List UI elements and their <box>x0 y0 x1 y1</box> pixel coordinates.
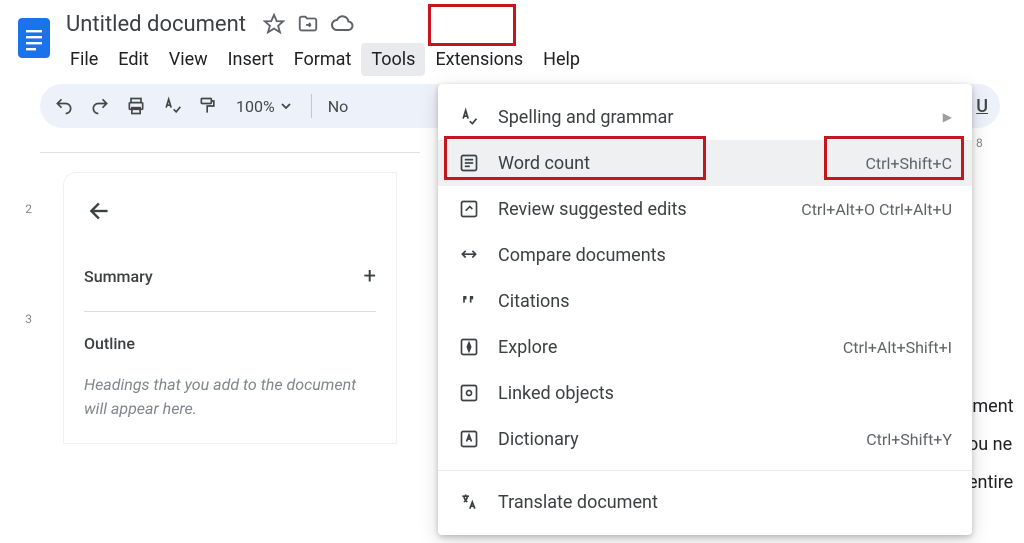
menu-view[interactable]: View <box>159 43 218 76</box>
menu-tools[interactable]: Tools <box>361 43 425 76</box>
ruler-vertical: 2 3 <box>0 152 40 443</box>
translate-icon <box>458 491 480 513</box>
document-body-fragment[interactable]: iment ou ne entire <box>968 388 1024 501</box>
menu-review-suggested-edits[interactable]: Review suggested edits Ctrl+Alt+O Ctrl+A… <box>438 186 972 232</box>
ruler-v-tick: 2 <box>20 202 32 216</box>
ruler-v-tick: 3 <box>20 312 32 326</box>
dd-label: Citations <box>498 291 952 312</box>
dd-shortcut: Ctrl+Alt+Shift+I <box>843 338 952 357</box>
dd-label: Linked objects <box>498 383 952 404</box>
review-edits-icon <box>458 198 480 220</box>
dropdown-separator <box>438 470 972 471</box>
menu-word-count[interactable]: Word count Ctrl+Shift+C <box>438 140 972 186</box>
menu-format[interactable]: Format <box>284 43 362 76</box>
toolbar-separator <box>311 94 312 118</box>
underline-button[interactable]: U <box>976 96 988 117</box>
menu-explore[interactable]: Explore Ctrl+Alt+Shift+I <box>438 324 972 370</box>
menu-help[interactable]: Help <box>533 43 590 76</box>
menu-citations[interactable]: Citations <box>438 278 972 324</box>
spellcheck-icon <box>458 106 480 128</box>
zoom-value: 100% <box>236 97 275 116</box>
menu-dictionary[interactable]: Dictionary Ctrl+Shift+Y <box>438 416 972 462</box>
menu-edit[interactable]: Edit <box>108 43 158 76</box>
dd-shortcut: Ctrl+Alt+O Ctrl+Alt+U <box>801 200 952 219</box>
menu-translate-document[interactable]: Translate document <box>438 479 972 525</box>
dd-label: Word count <box>498 153 847 174</box>
dd-label: Dictionary <box>498 429 848 450</box>
docs-logo[interactable] <box>16 14 52 62</box>
menu-file[interactable]: File <box>60 43 108 76</box>
paragraph-style-select[interactable]: No <box>328 97 349 116</box>
spellcheck-toolbar-icon[interactable] <box>160 94 184 118</box>
menu-extensions[interactable]: Extensions <box>425 43 533 76</box>
summary-heading: Summary <box>84 267 153 286</box>
outline-heading: Outline <box>84 334 376 353</box>
print-icon[interactable] <box>124 94 148 118</box>
dd-label: Translate document <box>498 492 952 513</box>
menu-spelling-grammar[interactable]: Spelling and grammar ▶ <box>438 94 972 140</box>
dd-label: Spelling and grammar <box>498 107 925 128</box>
redo-icon[interactable] <box>88 94 112 118</box>
dd-label: Explore <box>498 337 825 358</box>
dd-shortcut: Ctrl+Shift+C <box>865 154 952 173</box>
document-title[interactable]: Untitled document <box>60 10 252 39</box>
menu-linked-objects[interactable]: Linked objects <box>438 370 972 416</box>
outline-empty-hint: Headings that you add to the document wi… <box>84 373 376 421</box>
add-summary-button[interactable]: + <box>364 264 376 289</box>
compare-icon <box>458 244 480 266</box>
paint-format-icon[interactable] <box>196 94 220 118</box>
tools-dropdown: Spelling and grammar ▶ Word count Ctrl+S… <box>438 84 972 535</box>
dictionary-icon <box>458 428 480 450</box>
ruler-h-tick: 8 <box>976 136 983 150</box>
citations-icon <box>458 290 480 312</box>
word-count-icon <box>458 152 480 174</box>
menu-compare-documents[interactable]: Compare documents <box>438 232 972 278</box>
dd-label: Compare documents <box>498 245 952 266</box>
menu-insert[interactable]: Insert <box>218 43 284 76</box>
dd-label: Review suggested edits <box>498 199 783 220</box>
cloud-status-icon[interactable] <box>330 12 354 36</box>
zoom-select[interactable]: 100% <box>232 97 295 116</box>
explore-icon <box>458 336 480 358</box>
undo-icon[interactable] <box>52 94 76 118</box>
back-arrow-icon[interactable] <box>84 195 116 227</box>
menubar: File Edit View Insert Format Tools Exten… <box>60 42 1012 76</box>
linked-objects-icon <box>458 382 480 404</box>
star-icon[interactable] <box>262 12 286 36</box>
dd-shortcut: Ctrl+Shift+Y <box>866 430 952 449</box>
move-to-folder-icon[interactable] <box>296 12 320 36</box>
submenu-arrow-icon: ▶ <box>943 110 952 124</box>
panel-divider <box>84 311 376 312</box>
